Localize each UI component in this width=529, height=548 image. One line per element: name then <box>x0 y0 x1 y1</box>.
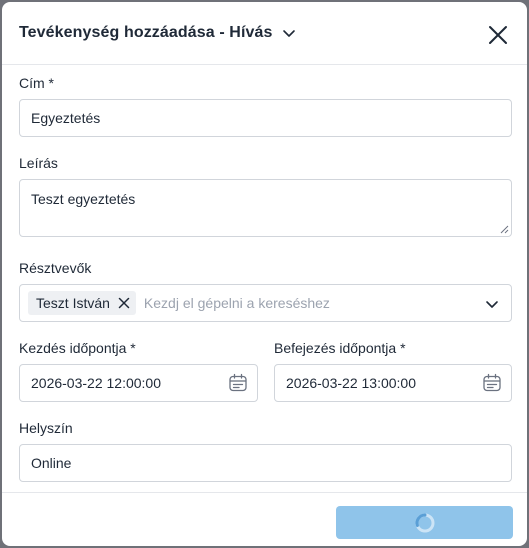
helyszin-value: Online <box>31 455 72 471</box>
modal-title: Tevékenység hozzáadása - Hívás <box>19 24 273 41</box>
befejezes-value: 2026-03-22 13:00:00 <box>286 375 416 391</box>
activity-modal: Tevékenység hozzáadása - Hívás Cím * Egy… <box>2 2 527 546</box>
submit-button[interactable] <box>336 506 513 539</box>
cim-value: Egyeztetés <box>31 110 101 126</box>
helyszin-label: Helyszín <box>19 420 73 436</box>
participant-search-placeholder[interactable]: Kezdj el gépelni a kereséshez <box>144 295 336 311</box>
cim-label: Cím * <box>19 75 54 91</box>
leiras-value: Teszt egyeztetés <box>31 191 136 207</box>
befejezes-datetime-input[interactable]: 2026-03-22 13:00:00 <box>274 364 512 402</box>
calendar-icon[interactable] <box>228 373 248 393</box>
resize-grip-icon[interactable] <box>500 225 509 234</box>
modal-header: Tevékenység hozzáadása - Hívás <box>2 2 527 65</box>
helyszin-input[interactable]: Online <box>19 444 512 482</box>
chevron-down-icon <box>282 30 295 37</box>
calendar-icon[interactable] <box>482 373 502 393</box>
chevron-down-icon[interactable] <box>485 297 499 311</box>
resztvevok-select[interactable]: Teszt István Kezdj el gépelni a keresésh… <box>19 284 512 322</box>
cim-input[interactable]: Egyeztetés <box>19 99 512 137</box>
participant-tag-label: Teszt István <box>36 295 110 311</box>
activity-type-dropdown[interactable]: Tevékenység hozzáadása - Hívás <box>19 24 296 42</box>
participant-tag: Teszt István <box>28 291 136 315</box>
kezdes-datetime-input[interactable]: 2026-03-22 12:00:00 <box>19 364 258 402</box>
close-icon[interactable] <box>487 24 509 46</box>
loading-spinner-icon <box>415 513 434 532</box>
leiras-label: Leírás <box>19 155 58 171</box>
kezdes-value: 2026-03-22 12:00:00 <box>31 375 161 391</box>
modal-footer <box>2 492 527 546</box>
resztvevok-label: Résztvevők <box>19 260 92 276</box>
befejezes-label: Befejezés időpontja * <box>274 340 406 356</box>
kezdes-label: Kezdés időpontja * <box>19 340 136 356</box>
close-icon[interactable] <box>118 297 130 309</box>
leiras-textarea[interactable]: Teszt egyeztetés <box>19 179 512 237</box>
